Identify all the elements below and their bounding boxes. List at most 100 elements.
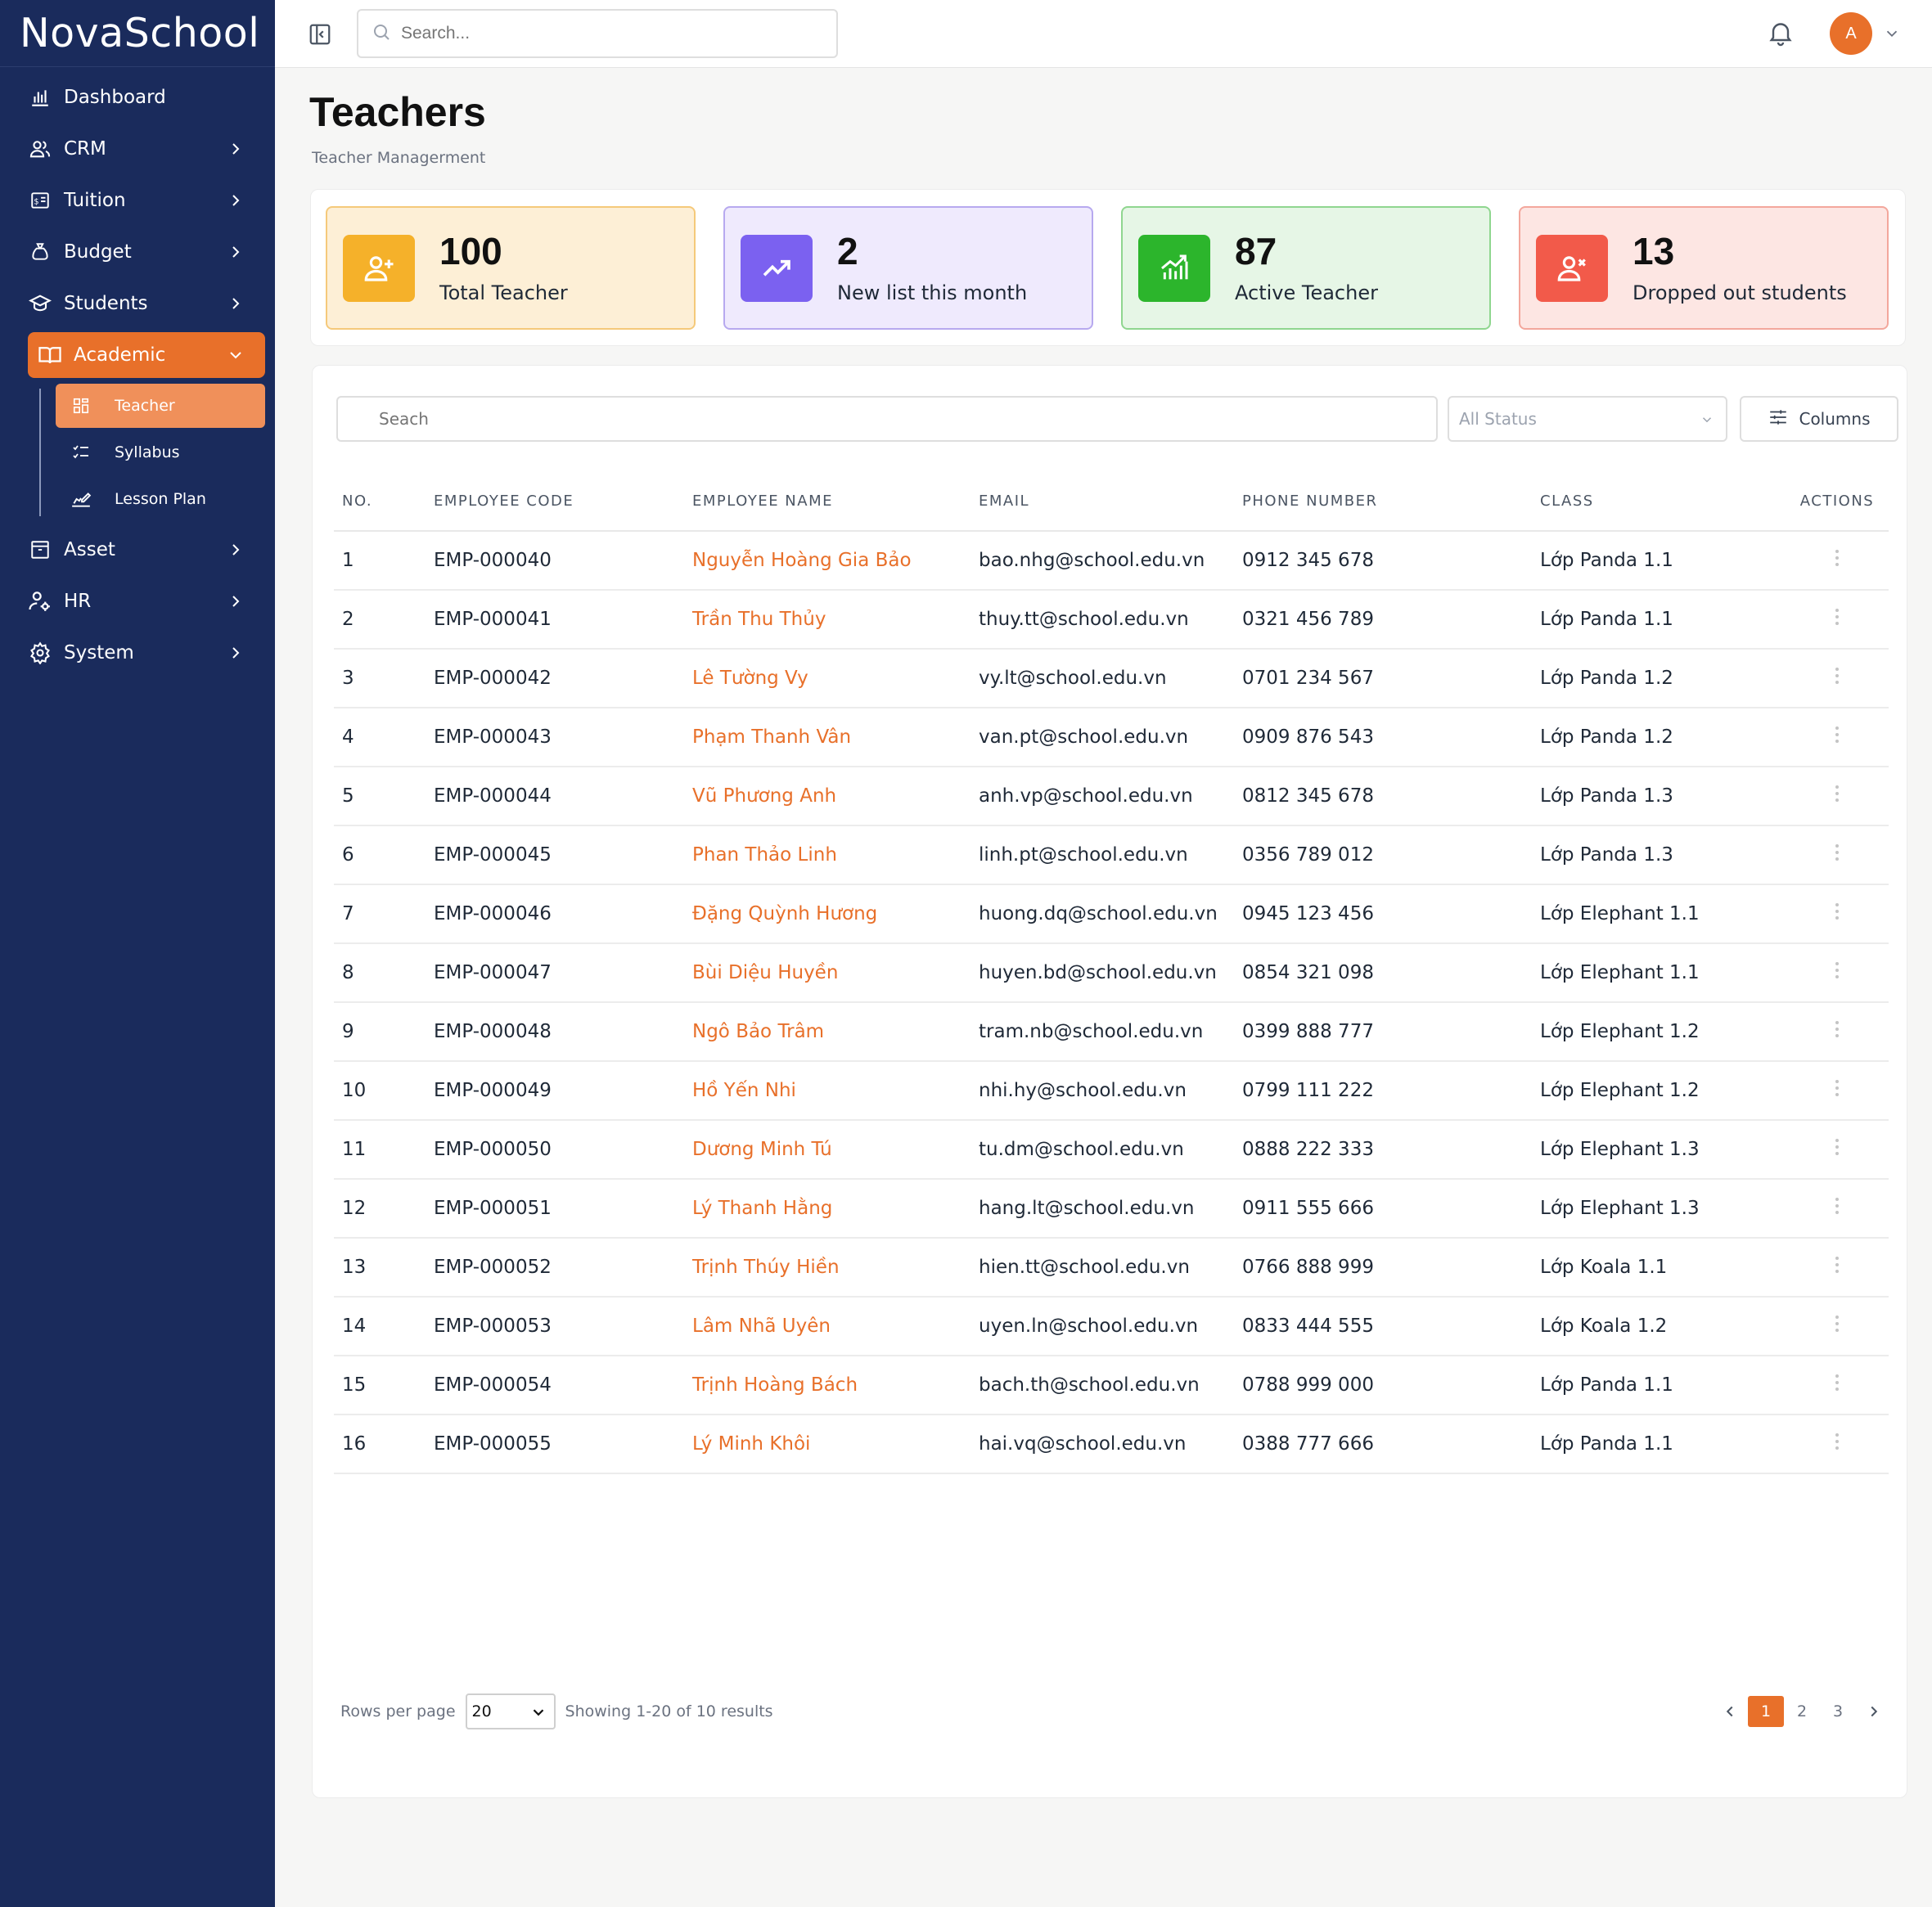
cell-phone: 0321 456 789	[1242, 590, 1540, 650]
cell-employee-name-link[interactable]: Vũ Phương Anh	[692, 767, 979, 826]
page-button-2[interactable]: 2	[1784, 1696, 1820, 1727]
header-no[interactable]: NO.	[334, 472, 434, 532]
chevron-down-icon[interactable]	[1883, 25, 1901, 43]
cell-class: Lớp Panda 1.1	[1540, 531, 1786, 591]
cell-actions	[1786, 884, 1889, 944]
global-search[interactable]	[357, 9, 838, 58]
more-vertical-icon[interactable]	[1827, 1077, 1847, 1100]
sidebar-item-budget[interactable]: Budget	[28, 229, 265, 275]
cell-employee-name-link[interactable]: Lý Thanh Hằng	[692, 1179, 979, 1239]
cell-phone: 0945 123 456	[1242, 884, 1540, 944]
sidebar-item-academic[interactable]: Academic	[28, 332, 265, 378]
more-vertical-icon[interactable]	[1827, 1018, 1847, 1041]
more-vertical-icon[interactable]	[1827, 605, 1847, 628]
more-vertical-icon[interactable]	[1827, 782, 1847, 805]
cell-employee-name-link[interactable]: Lý Minh Khôi	[692, 1415, 979, 1474]
sidebar-item-asset[interactable]: Asset	[28, 527, 265, 573]
more-vertical-icon[interactable]	[1827, 723, 1847, 746]
cell-employee-name-link[interactable]: Lê Tường Vy	[692, 649, 979, 708]
table-row[interactable]: 5 EMP-000044 Vũ Phương Anh anh.vp@school.ed…	[334, 767, 1889, 826]
cell-employee-name-link[interactable]: Lâm Nhã Uyên	[692, 1297, 979, 1356]
more-vertical-icon[interactable]	[1827, 1194, 1847, 1217]
table-row[interactable]: 6 EMP-000045 Phan Thảo Linh linh.pt@school.…	[334, 825, 1889, 885]
cell-employee-name-link[interactable]: Đặng Quỳnh Hương	[692, 884, 979, 944]
cell-employee-code: EMP-000054	[434, 1356, 692, 1415]
stats-panel: 100 Total Teacher 2 New list this month 87 Ac…	[310, 189, 1906, 346]
more-vertical-icon[interactable]	[1827, 546, 1847, 569]
header-employee-name[interactable]: EMPLOYEE NAME	[692, 472, 979, 532]
table-row[interactable]: 15 EMP-000054 Trịnh Hoàng Bách bach.th@scho…	[334, 1356, 1889, 1415]
more-vertical-icon[interactable]	[1827, 841, 1847, 864]
table-row[interactable]: 10 EMP-000049 Hồ Yến Nhi nhi.hy@school.edu.…	[334, 1061, 1889, 1121]
table-row[interactable]: 9 EMP-000048 Ngô Bảo Trâm tram.nb@school.ed…	[334, 1002, 1889, 1062]
table-row[interactable]: 13 EMP-000052 Trịnh Thúy Hiền hien.tt@schoo…	[334, 1238, 1889, 1298]
bell-icon[interactable]	[1766, 18, 1795, 47]
table-row[interactable]: 3 EMP-000042 Lê Tường Vy vy.lt@school.edu.v…	[334, 649, 1889, 708]
table-search-input[interactable]	[379, 409, 1361, 429]
rows-per-page-select[interactable]: 20	[465, 1693, 556, 1729]
cell-no: 10	[334, 1061, 434, 1121]
sidebar-item-students[interactable]: Students	[28, 281, 265, 326]
cell-employee-name-link[interactable]: Phạm Thanh Vân	[692, 708, 979, 767]
cell-class: Lớp Panda 1.3	[1540, 825, 1786, 885]
sidebar-subitem-teacher[interactable]: Teacher	[56, 384, 265, 428]
table-row[interactable]: 14 EMP-000053 Lâm Nhã Uyên uyen.ln@school.e…	[334, 1297, 1889, 1356]
cell-employee-name-link[interactable]: Phan Thảo Linh	[692, 825, 979, 885]
status-filter[interactable]: All Status	[1448, 396, 1727, 442]
more-vertical-icon[interactable]	[1827, 900, 1847, 923]
table-row[interactable]: 7 EMP-000046 Đặng Quỳnh Hương huong.dq@scho…	[334, 884, 1889, 944]
more-vertical-icon[interactable]	[1827, 1312, 1847, 1335]
cell-employee-name-link[interactable]: Trịnh Thúy Hiền	[692, 1238, 979, 1298]
cell-email: van.pt@school.edu.vn	[979, 708, 1242, 767]
header-phone-number[interactable]: PHONE NUMBER	[1242, 472, 1540, 532]
cell-class: Lớp Panda 1.2	[1540, 649, 1786, 708]
table-row[interactable]: 16 EMP-000055 Lý Minh Khôi hai.vq@school.ed…	[334, 1415, 1889, 1474]
chevron-left-icon[interactable]	[1712, 1696, 1748, 1727]
page-button-1[interactable]: 1	[1748, 1696, 1784, 1727]
cell-employee-name-link[interactable]: Ngô Bảo Trâm	[692, 1002, 979, 1062]
sidebar-item-system[interactable]: System	[28, 630, 265, 676]
cell-employee-name-link[interactable]: Nguyễn Hoàng Gia Bảo	[692, 531, 979, 591]
cell-phone: 0854 321 098	[1242, 943, 1540, 1003]
sidebar-subitem-lesson-plan[interactable]: Lesson Plan	[56, 477, 265, 521]
cell-actions	[1786, 1356, 1889, 1415]
cell-employee-name-link[interactable]: Bùi Diệu Huyền	[692, 943, 979, 1003]
page-button-3[interactable]: 3	[1820, 1696, 1856, 1727]
more-vertical-icon[interactable]	[1827, 1253, 1847, 1276]
more-vertical-icon[interactable]	[1827, 1136, 1847, 1158]
cell-employee-code: EMP-000047	[434, 943, 692, 1003]
header-class[interactable]: CLASS	[1540, 472, 1786, 532]
sidebar-item-crm[interactable]: CRM	[28, 126, 265, 172]
more-vertical-icon[interactable]	[1827, 664, 1847, 687]
table-row[interactable]: 12 EMP-000051 Lý Thanh Hằng hang.lt@school.…	[334, 1179, 1889, 1239]
sidebar-item-dashboard[interactable]: Dashboard	[28, 74, 265, 120]
header-employee-code[interactable]: EMPLOYEE CODE	[434, 472, 692, 532]
table-row[interactable]: 1 EMP-000040 Nguyễn Hoàng Gia Bảo bao.nhg@s…	[334, 531, 1889, 591]
table-row[interactable]: 2 EMP-000041 Trần Thu Thủy thuy.tt@school.e…	[334, 590, 1889, 650]
more-vertical-icon[interactable]	[1827, 1371, 1847, 1394]
cell-class: Lớp Panda 1.3	[1540, 767, 1786, 826]
money-bag-icon	[28, 240, 52, 264]
cell-employee-code: EMP-000050	[434, 1120, 692, 1180]
sidebar-item-tuition[interactable]: $ Tuition	[28, 178, 265, 223]
more-vertical-icon[interactable]	[1827, 1430, 1847, 1453]
cell-employee-name-link[interactable]: Dương Minh Tú	[692, 1120, 979, 1180]
cell-email: bach.th@school.edu.vn	[979, 1356, 1242, 1415]
sidebar-subitem-syllabus[interactable]: Syllabus	[56, 430, 265, 475]
more-vertical-icon[interactable]	[1827, 959, 1847, 982]
cell-employee-name-link[interactable]: Hồ Yến Nhi	[692, 1061, 979, 1121]
cell-employee-name-link[interactable]: Trịnh Hoàng Bách	[692, 1356, 979, 1415]
header-email[interactable]: EMAIL	[979, 472, 1242, 532]
columns-button[interactable]: Columns	[1740, 396, 1898, 442]
global-search-input[interactable]	[401, 24, 810, 43]
avatar[interactable]: A	[1830, 12, 1872, 55]
table-row[interactable]: 4 EMP-000043 Phạm Thanh Vân van.pt@school.e…	[334, 708, 1889, 767]
table-row[interactable]: 8 EMP-000047 Bùi Diệu Huyền huyen.bd@school…	[334, 943, 1889, 1003]
cell-phone: 0833 444 555	[1242, 1297, 1540, 1356]
table-search[interactable]	[336, 396, 1438, 442]
cell-employee-name-link[interactable]: Trần Thu Thủy	[692, 590, 979, 650]
chevron-right-icon[interactable]	[1856, 1696, 1892, 1727]
sidebar-item-hr[interactable]: HR	[28, 578, 265, 624]
sidebar-toggle-icon[interactable]	[308, 22, 332, 47]
table-row[interactable]: 11 EMP-000050 Dương Minh Tú tu.dm@school.ed…	[334, 1120, 1889, 1180]
